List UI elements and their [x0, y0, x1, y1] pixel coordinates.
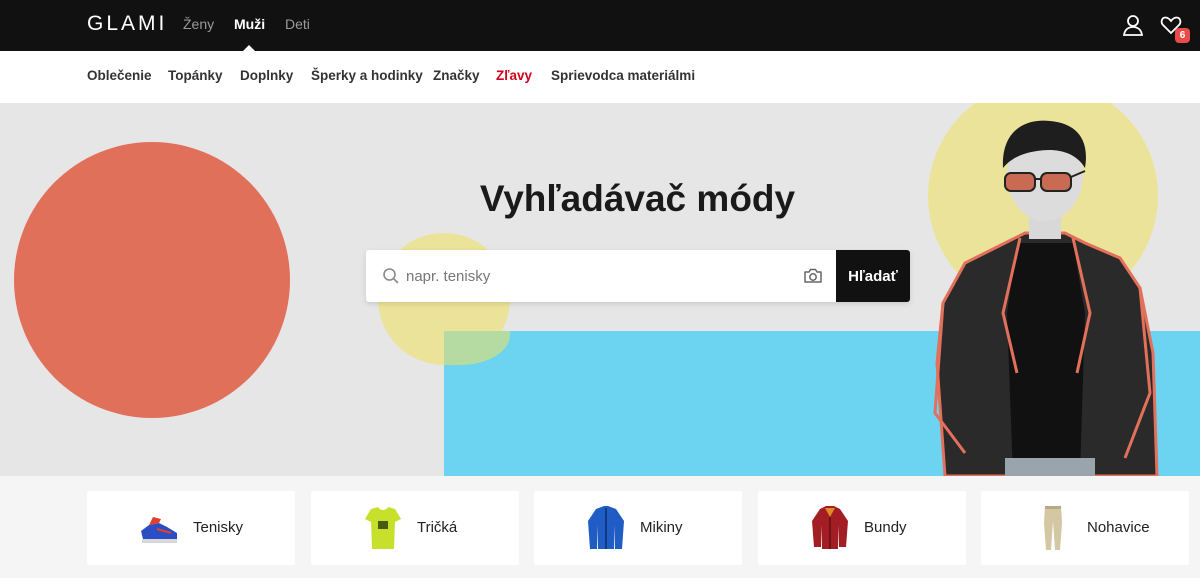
nav-item-oblecenie[interactable]: Oblečenie: [87, 68, 152, 83]
search-icon: [383, 268, 399, 284]
category-card-nohavice[interactable]: Nohavice: [981, 491, 1189, 565]
gender-tab-zeny[interactable]: Ženy: [183, 16, 214, 32]
nav-item-topanky[interactable]: Topánky: [168, 68, 223, 83]
camera-icon[interactable]: [803, 266, 823, 286]
hero-banner: Vyhľadávač módy Hľadať: [0, 103, 1200, 476]
category-nav: Oblečenie Topánky Doplnky Šperky a hodin…: [0, 51, 1200, 103]
search-input[interactable]: [406, 260, 796, 292]
nav-item-znacky[interactable]: Značky: [433, 68, 480, 83]
hero-title: Vyhľadávač módy: [479, 178, 796, 219]
user-icon[interactable]: [1122, 14, 1144, 36]
nav-item-sprievodca-materialmi[interactable]: Sprievodca materiálmi: [551, 68, 695, 83]
category-cards: Tenisky Tričká Mikiny Bundy Nohavice: [0, 476, 1200, 578]
hoodie-icon: [588, 506, 624, 549]
category-card-label: Nohavice: [1087, 519, 1150, 536]
wishlist-count-badge: 6: [1175, 28, 1190, 43]
sneaker-icon: [141, 517, 177, 543]
category-card-bundy[interactable]: Bundy: [758, 491, 966, 565]
search-button[interactable]: Hľadať: [836, 250, 910, 302]
category-card-label: Tenisky: [193, 519, 244, 536]
gender-tab-deti[interactable]: Deti: [285, 16, 310, 32]
category-card-mikiny[interactable]: Mikiny: [534, 491, 742, 565]
search-bar: Hľadať: [366, 250, 910, 302]
hero-model-image: [933, 120, 1159, 476]
category-card-tricka[interactable]: Tričká: [311, 491, 519, 565]
jacket-icon: [812, 506, 848, 549]
trousers-icon: [1044, 506, 1062, 550]
nav-item-doplnky[interactable]: Doplnky: [240, 68, 293, 83]
category-card-tenisky[interactable]: Tenisky: [87, 491, 295, 565]
nav-item-sperky-a-hodinky[interactable]: Šperky a hodinky: [311, 68, 423, 83]
top-bar: GLAMI Ženy Muži Deti 6: [0, 0, 1200, 51]
gender-tab-muzi[interactable]: Muži: [234, 16, 265, 32]
glami-logo[interactable]: GLAMI: [87, 12, 167, 36]
category-card-label: Mikiny: [640, 519, 683, 536]
tshirt-icon: [365, 507, 401, 549]
nav-item-zlavy[interactable]: Zľavy: [496, 68, 532, 83]
category-card-label: Bundy: [864, 519, 907, 536]
category-card-label: Tričká: [417, 519, 458, 536]
